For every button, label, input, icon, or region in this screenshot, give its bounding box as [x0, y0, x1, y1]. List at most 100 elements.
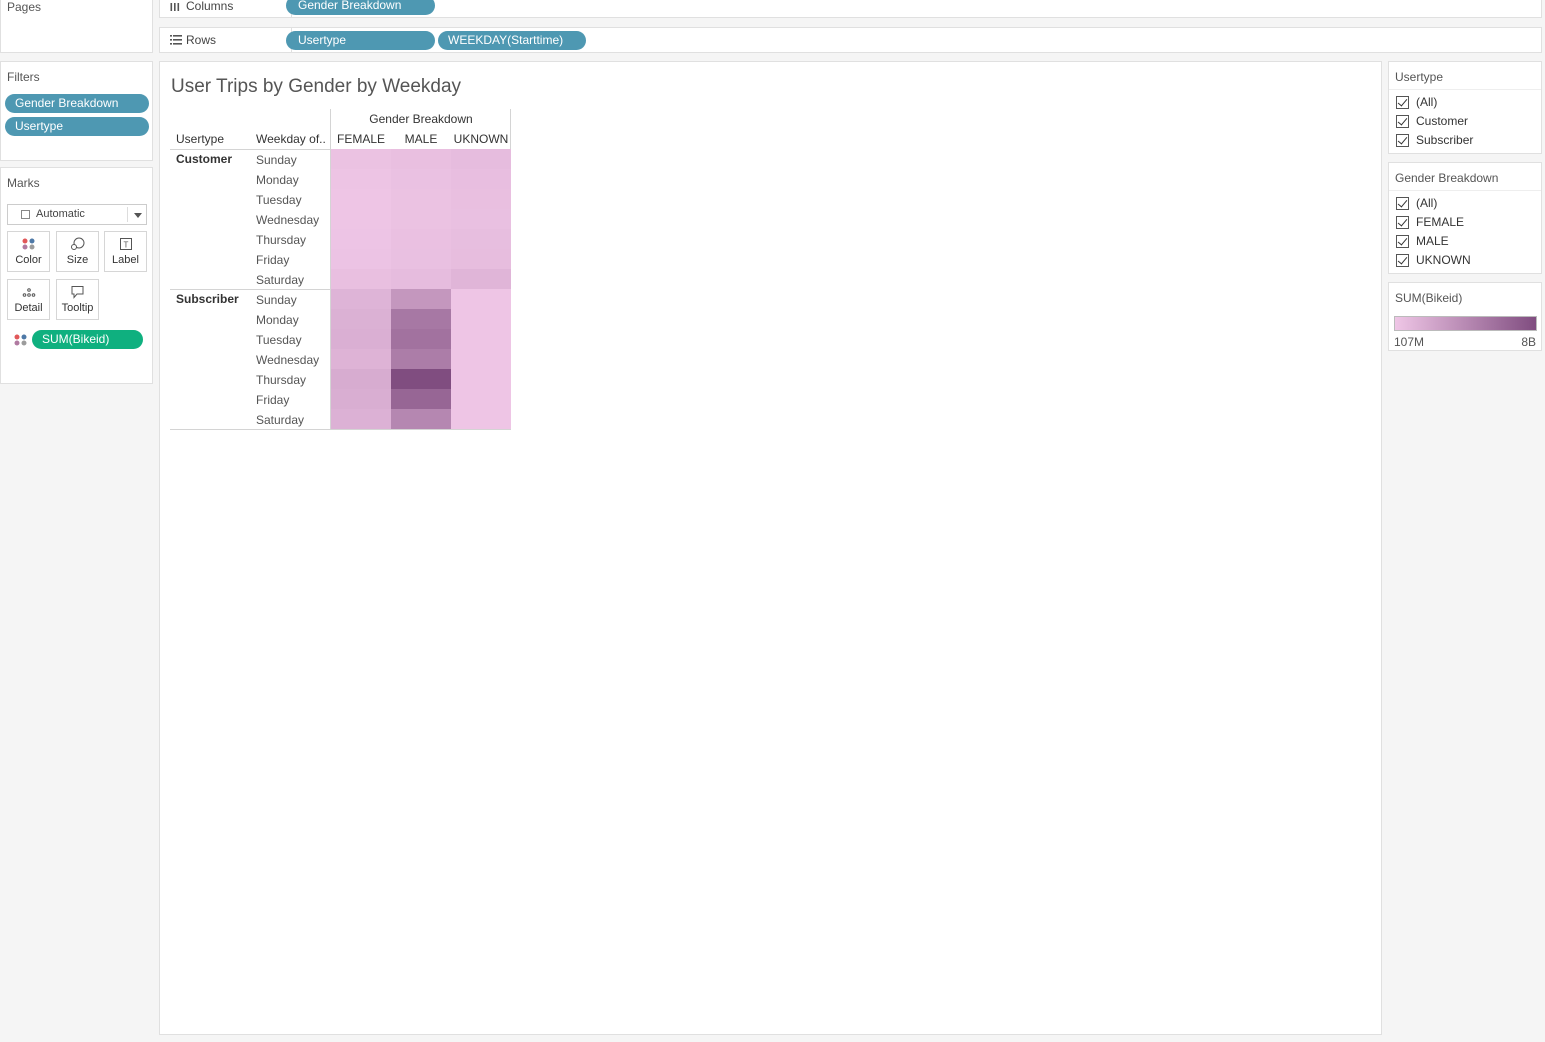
heatmap-cell[interactable]: [451, 409, 511, 429]
columns-shelf[interactable]: Columns Gender Breakdown: [159, 0, 1542, 18]
option-label: UKNOWN: [1416, 253, 1471, 267]
row-label: Wednesday: [256, 353, 320, 367]
color-field-icon: [13, 333, 29, 350]
pages-panel: Pages: [0, 0, 153, 53]
columns-pill-gender-breakdown[interactable]: Gender Breakdown: [286, 0, 435, 15]
label-button-label: Label: [112, 254, 139, 266]
detail-button[interactable]: Detail: [7, 279, 50, 320]
checkbox-checked-icon[interactable]: [1396, 96, 1409, 109]
heatmap-cell[interactable]: [451, 369, 511, 389]
heatmap-cell[interactable]: [391, 209, 451, 229]
heatmap-cell[interactable]: [391, 229, 451, 249]
checkbox-checked-icon[interactable]: [1396, 134, 1409, 147]
rows-pill-usertype[interactable]: Usertype: [286, 31, 435, 50]
sum-bikeid-pill[interactable]: SUM(Bikeid): [32, 330, 143, 349]
heatmap-cell[interactable]: [391, 349, 451, 369]
heatmap-cell[interactable]: [451, 229, 511, 249]
gender-option-unknown[interactable]: UKNOWN: [1389, 251, 1541, 270]
option-label: MALE: [1416, 234, 1449, 248]
color-legend-card: SUM(Bikeid) 107M 8B: [1388, 282, 1542, 351]
heatmap-cell[interactable]: [451, 169, 511, 189]
checkbox-checked-icon[interactable]: [1396, 254, 1409, 267]
svg-text:T: T: [123, 241, 128, 250]
row-label: Monday: [256, 313, 299, 327]
row-label: Friday: [256, 393, 290, 407]
heatmap-cell[interactable]: [391, 409, 451, 429]
gender-filter-title: Gender Breakdown: [1389, 163, 1541, 191]
usertype-filter-card: Usertype (All) Customer Subscriber: [1388, 61, 1542, 154]
tooltip-button[interactable]: Tooltip: [56, 279, 99, 320]
gender-option-all[interactable]: (All): [1389, 194, 1541, 213]
col-header-female: FEMALE: [336, 132, 385, 146]
checkbox-checked-icon[interactable]: [1396, 115, 1409, 128]
heatmap-cell[interactable]: [331, 209, 391, 229]
heatmap-cell[interactable]: [391, 269, 451, 289]
heatmap-cell[interactable]: [331, 249, 391, 269]
size-button[interactable]: Size: [56, 231, 99, 272]
heatmap-cell[interactable]: [391, 249, 451, 269]
rows-shelf[interactable]: Rows Usertype WEEKDAY(Starttime): [159, 27, 1542, 53]
heatmap-cell[interactable]: [451, 149, 511, 169]
heatmap-cell[interactable]: [451, 389, 511, 409]
heatmap-cell[interactable]: [391, 169, 451, 189]
detail-button-label: Detail: [14, 302, 43, 314]
heatmap-cell[interactable]: [451, 329, 511, 349]
heatmap-cell[interactable]: [451, 189, 511, 209]
heatmap-cell[interactable]: [391, 189, 451, 209]
row-label: Tuesday: [256, 193, 302, 207]
row-label: Thursday: [256, 373, 307, 387]
gender-option-male[interactable]: MALE: [1389, 232, 1541, 251]
group-label-subscriber: Subscriber: [176, 292, 239, 306]
color-button[interactable]: Color: [7, 231, 50, 272]
heatmap-cell[interactable]: [391, 309, 451, 329]
mark-type-value: Automatic: [36, 208, 85, 220]
mark-type-dropdown[interactable]: Automatic: [7, 204, 147, 225]
heatmap-cell[interactable]: [331, 169, 391, 189]
heatmap-cell[interactable]: [331, 229, 391, 249]
usertype-option-all[interactable]: (All): [1389, 93, 1541, 112]
heatmap-cell[interactable]: [331, 269, 391, 289]
heatmap-cell[interactable]: [451, 269, 511, 289]
heatmap-cell[interactable]: [331, 389, 391, 409]
col-group-header: Gender Breakdown: [369, 112, 473, 126]
heatmap-cell[interactable]: [331, 349, 391, 369]
heatmap-cell[interactable]: [331, 409, 391, 429]
size-button-label: Size: [66, 254, 89, 266]
heatmap-cell[interactable]: [451, 249, 511, 269]
usertype-filter-title: Usertype: [1389, 62, 1541, 90]
heatmap-cell[interactable]: [331, 289, 391, 309]
chevron-down-icon: [134, 213, 142, 218]
heatmap-cell[interactable]: [331, 329, 391, 349]
heatmap-cell[interactable]: [391, 389, 451, 409]
heatmap-cell[interactable]: [331, 189, 391, 209]
gender-option-female[interactable]: FEMALE: [1389, 213, 1541, 232]
row-label: Saturday: [256, 413, 305, 427]
mark-type-square-icon: [21, 210, 30, 219]
usertype-option-customer[interactable]: Customer: [1389, 112, 1541, 131]
filter-pill-gender-breakdown[interactable]: Gender Breakdown: [5, 94, 149, 113]
text-label-icon: T: [105, 232, 146, 254]
heatmap-cell[interactable]: [391, 149, 451, 169]
heatmap-cell[interactable]: [391, 289, 451, 309]
label-button[interactable]: T Label: [104, 231, 147, 272]
heatmap-cell[interactable]: [391, 329, 451, 349]
heatmap-cell[interactable]: [331, 369, 391, 389]
filters-title: Filters: [7, 70, 40, 84]
usertype-option-subscriber[interactable]: Subscriber: [1389, 131, 1541, 150]
heatmap-cell[interactable]: [451, 289, 511, 309]
heatmap-cell[interactable]: [331, 309, 391, 329]
rows-pill-weekday-starttime[interactable]: WEEKDAY(Starttime): [438, 31, 586, 50]
heatmap-cell[interactable]: [331, 149, 391, 169]
checkbox-checked-icon[interactable]: [1396, 197, 1409, 210]
checkbox-checked-icon[interactable]: [1396, 235, 1409, 248]
checkbox-checked-icon[interactable]: [1396, 216, 1409, 229]
filter-pill-usertype[interactable]: Usertype: [5, 117, 149, 136]
filters-panel: Filters Gender Breakdown Usertype: [0, 61, 153, 161]
heatmap-cell[interactable]: [391, 369, 451, 389]
heatmap-cell[interactable]: [451, 209, 511, 229]
col-header-unknown: UKNOWN: [453, 132, 509, 146]
row-label: Thursday: [256, 233, 307, 247]
legend-min-label: 107M: [1394, 335, 1425, 349]
heatmap-cell[interactable]: [451, 349, 511, 369]
heatmap-cell[interactable]: [451, 309, 511, 329]
